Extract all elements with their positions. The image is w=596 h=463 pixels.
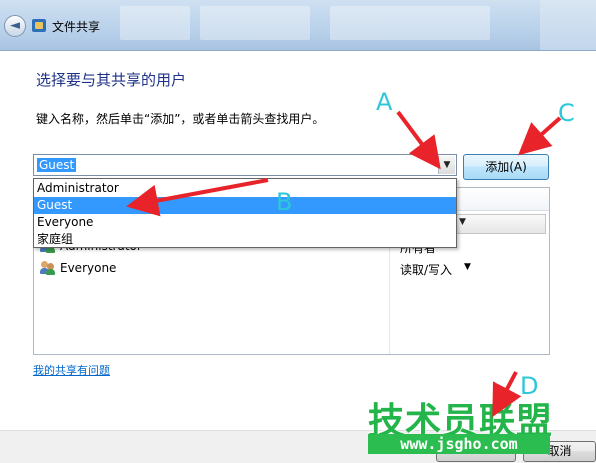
- user-dropdown-list[interactable]: Administrator Guest Everyone 家庭组: [33, 178, 457, 248]
- sharing-problem-link[interactable]: 我的共享有问题: [33, 362, 110, 378]
- file-sharing-icon: [32, 19, 46, 32]
- watermark-url: www.jsgho.com: [368, 434, 550, 454]
- annotation-label-a: A: [376, 88, 393, 116]
- instruction-text: 键入名称，然后单击“添加”，或者单击箭头查找用户。: [36, 112, 325, 126]
- combobox-value[interactable]: Guest: [37, 158, 77, 172]
- users-icon: [40, 260, 56, 275]
- background-window-blur: [330, 6, 490, 40]
- annotation-label-b: B: [276, 188, 293, 216]
- annotation-label-c: C: [558, 99, 575, 127]
- back-arrow-icon: ◄: [10, 18, 20, 33]
- dropdown-item-administrator[interactable]: Administrator: [34, 180, 456, 197]
- user-name-combobox[interactable]: Guest ▼: [33, 154, 457, 176]
- background-window-blur: [120, 6, 190, 40]
- title-bar: ◄ 文件共享: [0, 0, 596, 51]
- background-window-blur: [200, 6, 310, 40]
- list-item[interactable]: Everyone 读取/写入 ▼: [38, 258, 546, 278]
- annotation-arrow-c: [518, 116, 562, 156]
- user-permission[interactable]: 读取/写入: [400, 261, 452, 278]
- dropdown-item-guest[interactable]: Guest: [34, 197, 456, 214]
- back-button[interactable]: ◄: [4, 15, 26, 37]
- dropdown-arrow-button[interactable]: ▼: [438, 156, 455, 174]
- add-button[interactable]: 添加(A): [463, 154, 549, 180]
- page-heading: 选择要与其共享的用户: [36, 71, 187, 89]
- annotation-label-d: D: [520, 372, 539, 400]
- dropdown-item-everyone[interactable]: Everyone: [34, 214, 456, 231]
- window-title: 文件共享: [52, 20, 101, 34]
- chevron-down-icon: ▼: [459, 217, 466, 227]
- chevron-down-icon[interactable]: ▼: [464, 262, 471, 272]
- title-bar-controls-area: [540, 0, 596, 50]
- user-name: Everyone: [60, 261, 117, 275]
- dropdown-item-homegroup[interactable]: 家庭组: [34, 231, 456, 248]
- chevron-down-icon: ▼: [443, 160, 451, 170]
